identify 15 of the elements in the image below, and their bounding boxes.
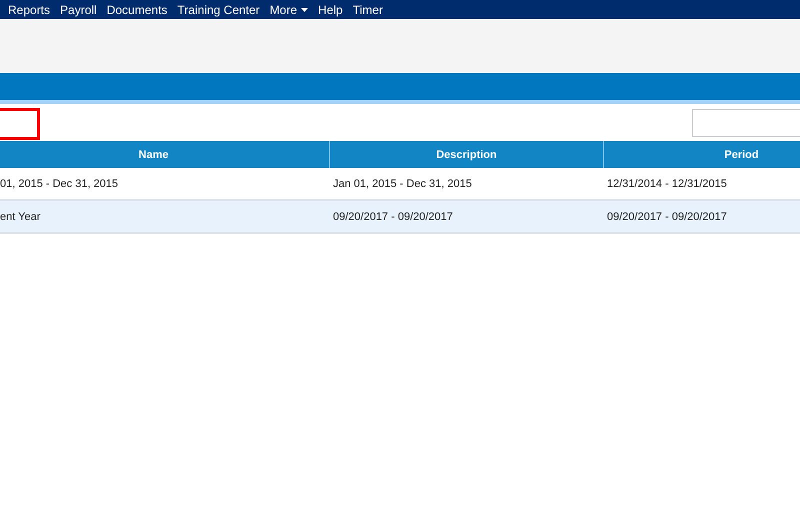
table-cell-text: 09/20/2017 - 09/20/2017 <box>606 210 728 222</box>
table-cell-text: 09/20/2017 - 09/20/2017 <box>332 210 454 222</box>
nav-link[interactable]: Training Center <box>177 2 260 16</box>
search-field[interactable] <box>692 108 800 136</box>
caret-icon <box>301 8 308 12</box>
nav-link[interactable]: Reports <box>8 2 50 16</box>
table-cell-text: 12/31/2014 - 12/31/2015 <box>606 178 728 190</box>
table-cell-text: 01, 2015 - Dec 31, 2015 <box>0 178 120 190</box>
table-cell-text: ent Year <box>0 210 42 222</box>
nav-link[interactable]: More <box>270 2 308 16</box>
table-cell-text: Jan 01, 2015 - Dec 31, 2015 <box>332 178 473 190</box>
nav-link[interactable]: Payroll <box>60 2 97 16</box>
nav-link[interactable]: Documents <box>106 2 168 16</box>
nav-link[interactable]: Timer <box>352 2 383 16</box>
nav-link[interactable]: Help <box>318 2 343 16</box>
